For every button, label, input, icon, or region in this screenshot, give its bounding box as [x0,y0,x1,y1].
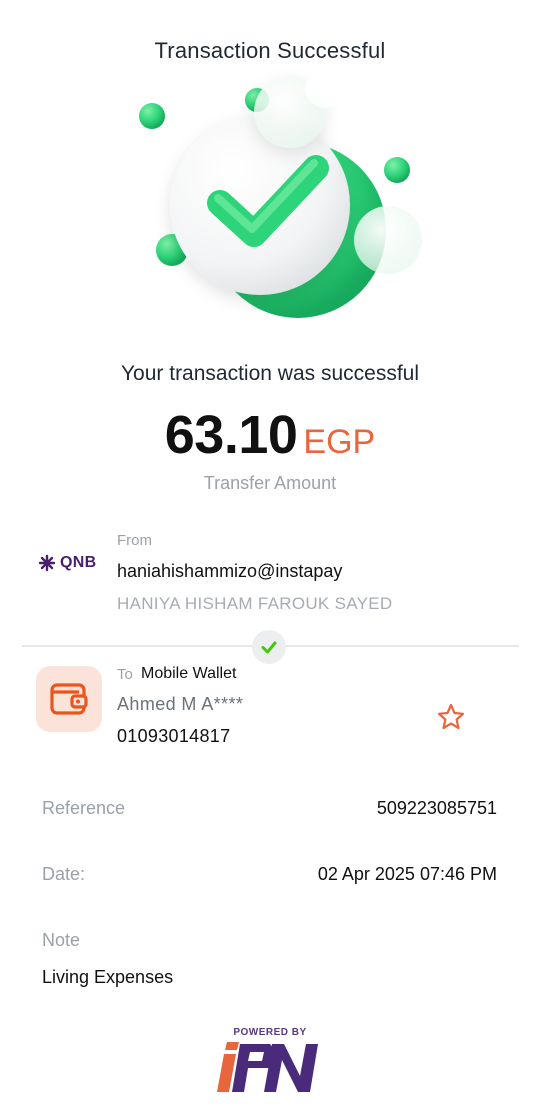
powered-by-label: POWERED BY [233,1027,307,1038]
success-illustration [120,70,430,340]
qnb-bank-logo: QNB [38,554,96,572]
reference-value: 509223085751 [376,798,497,818]
recipient-section: To Mobile Wallet Ahmed M A**** 010930148… [0,660,540,760]
amount-display: 63.10 EGP [0,404,540,466]
wallet-icon [36,666,102,732]
date-label: Date: [42,864,86,884]
sender-handle: haniahishammizo@instapay [117,561,343,581]
date-value: 02 Apr 2025 07:46 PM [317,864,497,884]
favorite-star-icon[interactable] [436,702,466,732]
sender-name: HANIYA HISHAM FAROUK SAYED [117,594,393,613]
recipient-type: Mobile Wallet [141,665,237,682]
note-value: Living Expenses [42,967,174,987]
reference-label: Reference [42,798,126,818]
success-checkmark-icon [139,70,422,318]
check-icon [252,630,286,664]
recipient-phone: 01093014817 [117,726,231,746]
status-message: Your transaction was successful [120,362,420,385]
note-label: Note [42,930,81,950]
powered-by-footer: POWERED BY [0,1027,540,1094]
to-label: To [117,666,133,683]
amount-label: Transfer Amount [203,473,337,493]
qnb-logo-text: QNB [60,554,97,571]
amount-value: 63.10 [164,405,298,465]
qnb-mark-icon [38,554,56,572]
sender-section: QNB From haniahishammizo@instapay HANIYA… [0,528,540,628]
ipn-logo-icon [217,1042,318,1092]
amount-currency: EGP [303,423,376,461]
from-label: From [117,532,152,549]
recipient-name: Ahmed M A**** [117,694,244,714]
page-title: Transaction Successful [154,38,386,63]
